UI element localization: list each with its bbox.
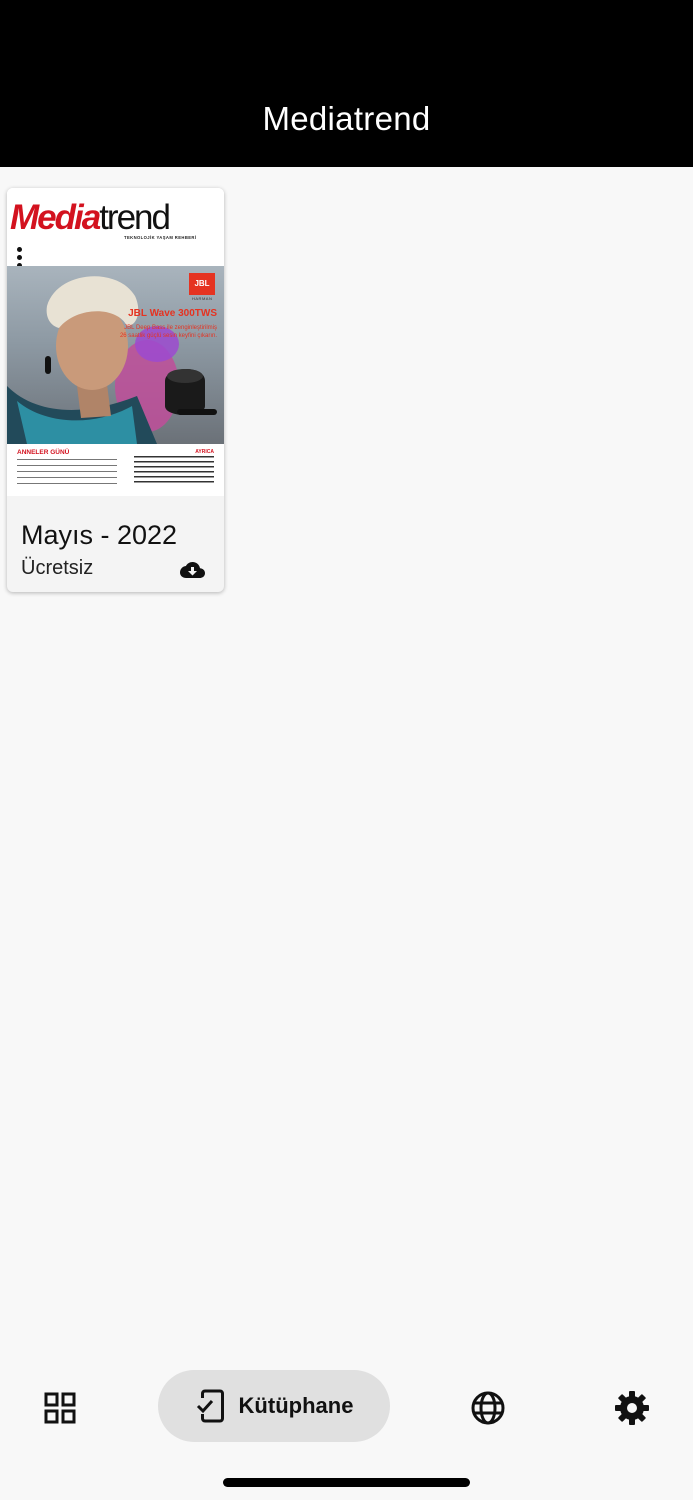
cover-logo: Mediatrend — [10, 198, 171, 237]
cover-also-list — [134, 456, 214, 486]
issue-info: Mayıs - 2022 Ücretsiz — [7, 506, 224, 592]
cover-feature-title: ANNELER GÜNÜ — [17, 449, 70, 456]
nav-library[interactable]: Kütüphane — [158, 1370, 390, 1442]
app-bar: Mediatrend — [0, 0, 693, 167]
harman-text: HARMAN — [192, 296, 213, 301]
cover-also-title: AYRICA — [195, 449, 214, 455]
cover-slogan: TEKNOLOJİK YAŞAM REHBERİ — [124, 235, 197, 240]
bottom-navigation: Kütüphane — [0, 1360, 693, 1450]
cloud-download-icon[interactable] — [180, 562, 205, 578]
cover-header: Mediatrend TEKNOLOJİK YAŞAM REHBERİ — [7, 188, 224, 268]
issue-price: Ücretsiz — [21, 557, 94, 579]
cover-product-subtitle: JBL Deep Bass ile zenginleştirilmiş 26 s… — [119, 325, 217, 339]
nav-library-label: Kütüphane — [238, 1393, 354, 1418]
issue-card[interactable]: Mediatrend TEKNOLOJİK YAŞAM REHBERİ JBL … — [7, 188, 224, 592]
globe-icon — [471, 1391, 505, 1425]
issue-cover[interactable]: Mediatrend TEKNOLOJİK YAŞAM REHBERİ JBL … — [7, 188, 224, 496]
jbl-logo: JBL — [189, 273, 215, 295]
app-title: Mediatrend — [262, 100, 431, 137]
nav-catalog[interactable] — [40, 1388, 80, 1428]
cover-product-title: JBL Wave 300TWS — [128, 308, 217, 319]
gear-icon — [615, 1391, 649, 1425]
cover-feature-text — [17, 459, 117, 485]
nav-web[interactable] — [468, 1388, 508, 1428]
home-indicator — [223, 1478, 470, 1487]
issue-title: Mayıs - 2022 — [21, 520, 178, 550]
phone-check-icon — [196, 1389, 224, 1423]
cover-photo: JBL HARMAN JBL Wave 300TWS JBL Deep Bass… — [7, 266, 224, 444]
nav-settings[interactable] — [612, 1388, 652, 1428]
cover-footer: ANNELER GÜNÜ AYRICA — [7, 444, 224, 496]
grid-icon — [44, 1392, 76, 1424]
